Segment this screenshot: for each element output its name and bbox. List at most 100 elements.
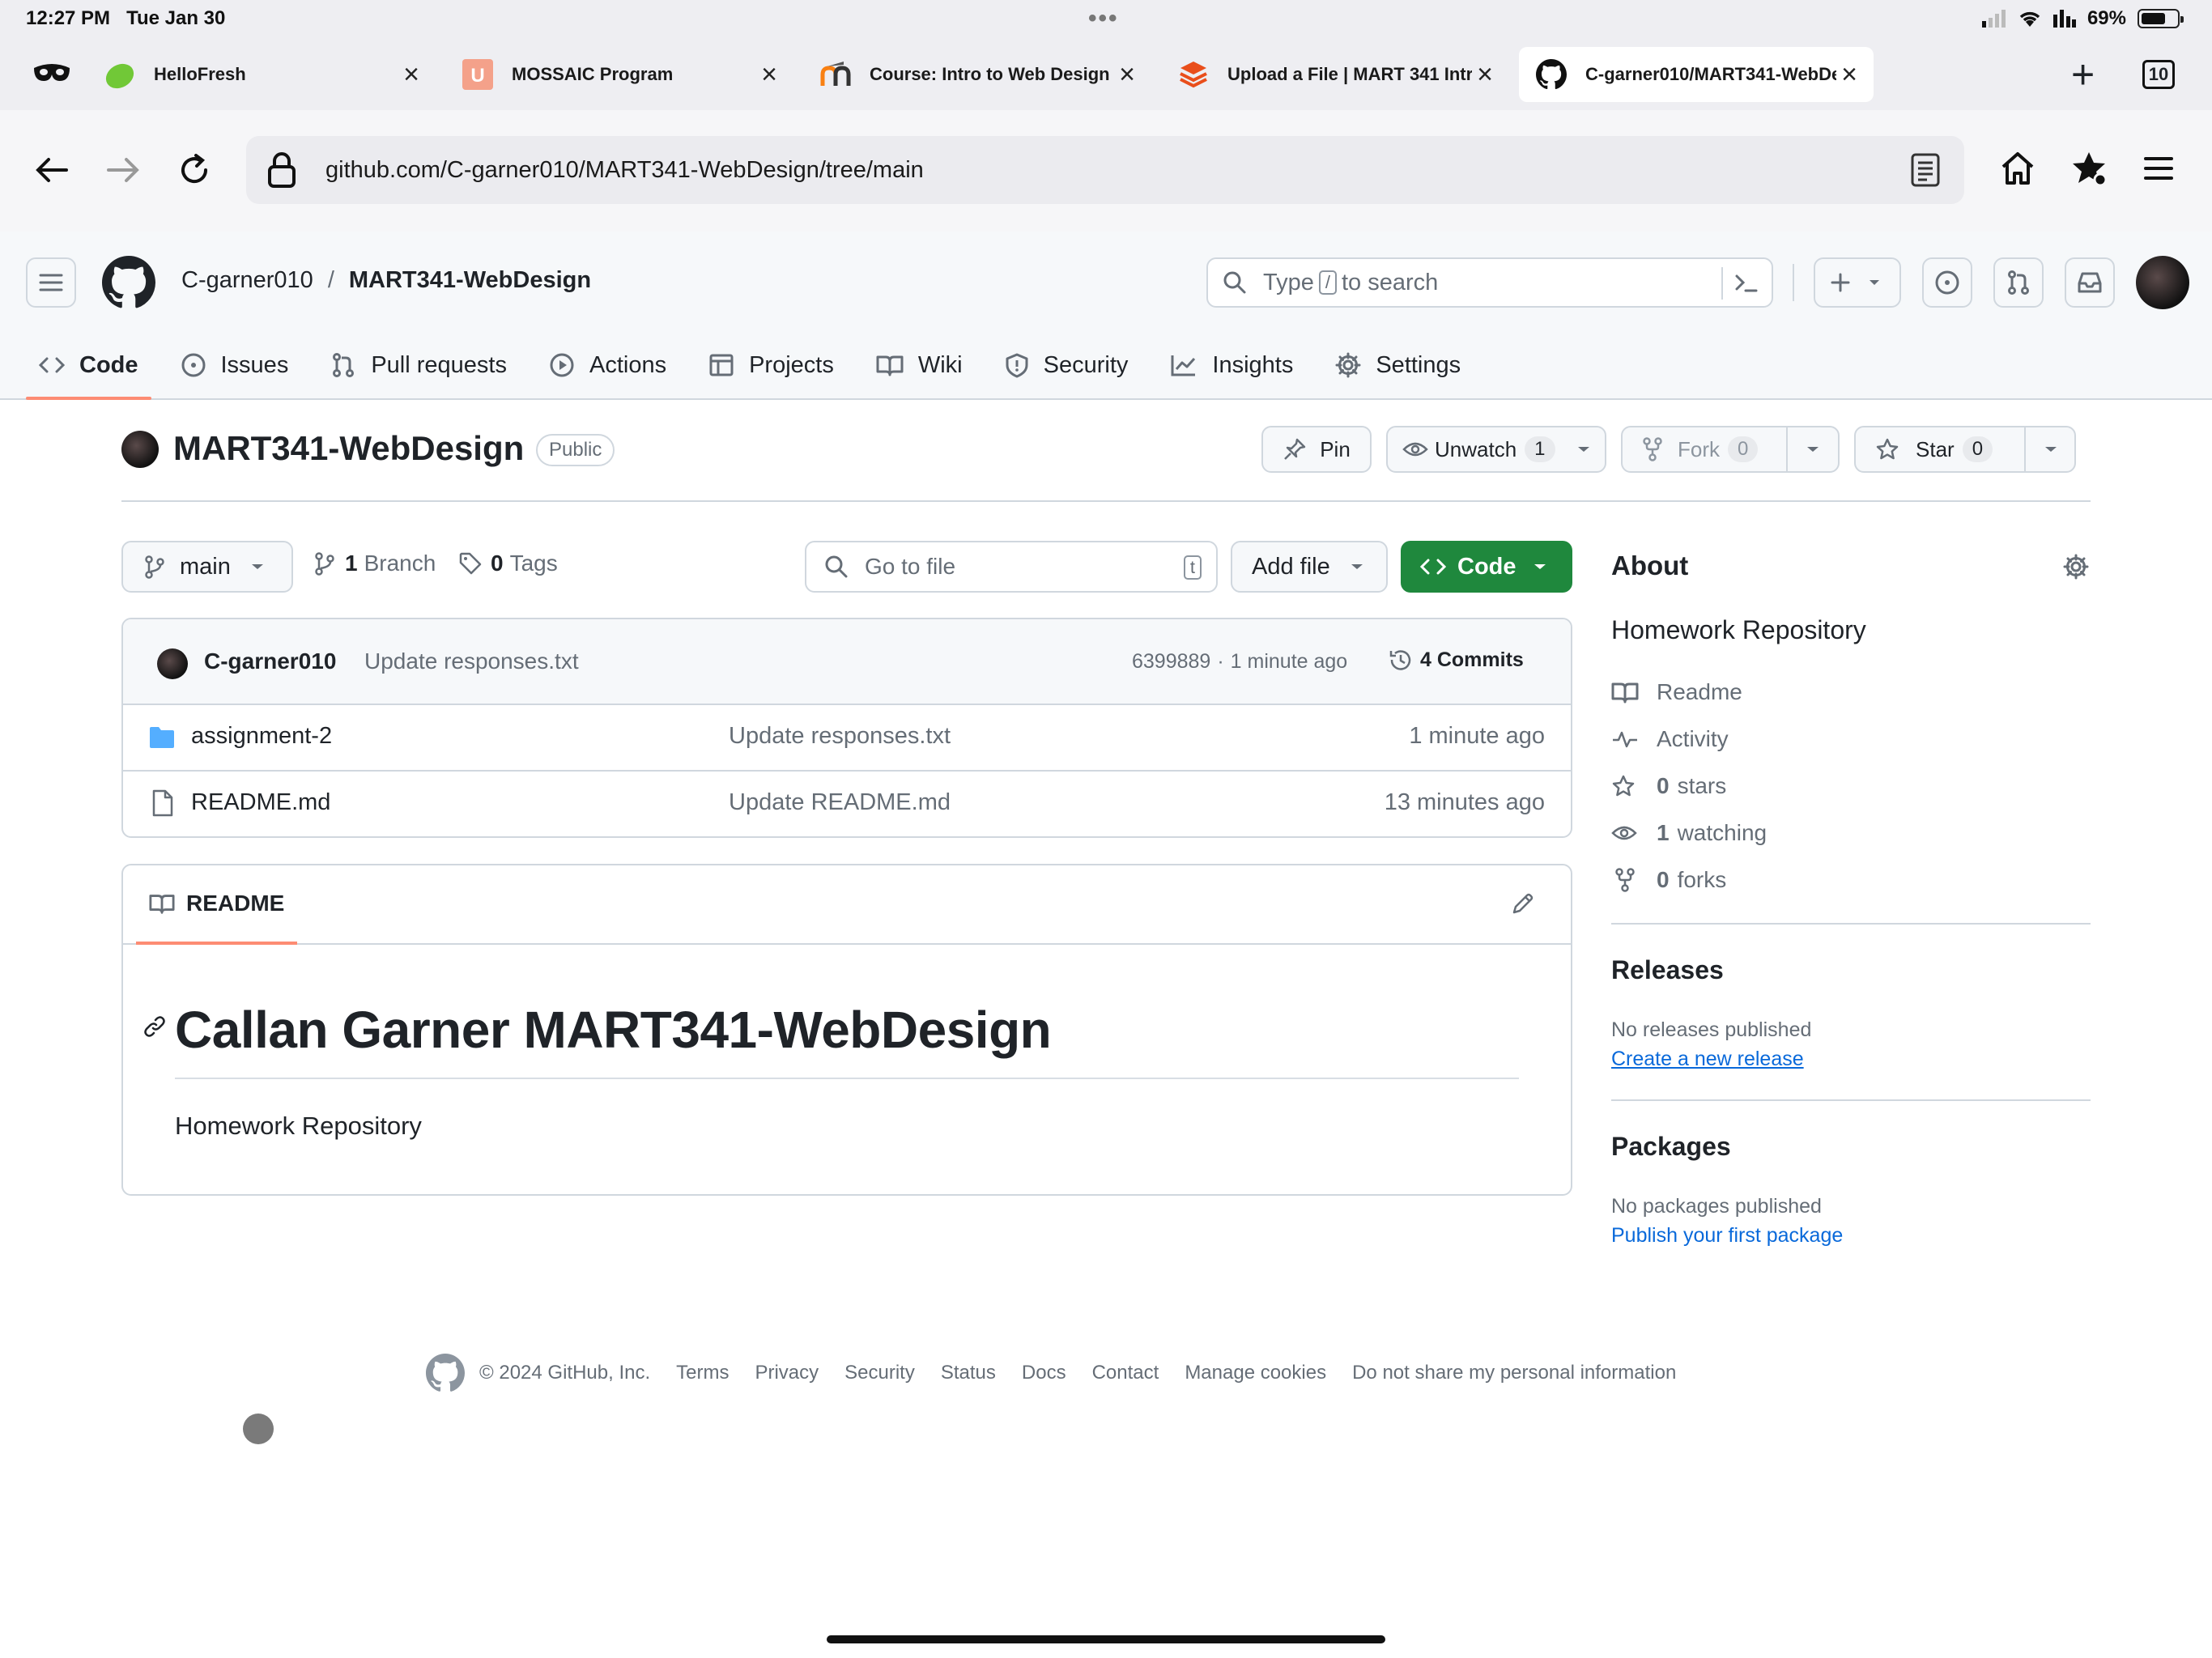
- search-icon: [1223, 271, 1246, 294]
- browser-tab-mossaic[interactable]: U MOSSAIC Program ×: [445, 47, 793, 102]
- footer-link-manage-cookies[interactable]: Manage cookies: [1185, 1362, 1326, 1384]
- reader-view-icon[interactable]: [1909, 152, 1942, 188]
- anchor-link-icon[interactable]: [143, 1014, 167, 1039]
- tab-pull-requests[interactable]: Pull requests: [317, 332, 520, 398]
- back-arrow-icon[interactable]: [32, 151, 71, 189]
- forward-arrow-icon[interactable]: [104, 151, 143, 189]
- bookmarks-star-icon[interactable]: [2069, 149, 2108, 188]
- github-logo-icon[interactable]: [102, 256, 155, 309]
- stars-link[interactable]: 0 stars: [1611, 763, 1767, 810]
- github-logo-icon[interactable]: [426, 1354, 465, 1392]
- close-tab-icon[interactable]: ×: [756, 59, 782, 90]
- packages-heading[interactable]: Packages: [1611, 1132, 1731, 1162]
- tab-label: Security: [1043, 351, 1129, 378]
- tab-count-button[interactable]: 10: [2142, 60, 2175, 89]
- fork-button[interactable]: Fork 0: [1621, 426, 1840, 473]
- chevron-down-icon[interactable]: [1806, 445, 1820, 453]
- stars-count: 0: [1657, 773, 1670, 798]
- releases-heading[interactable]: Releases: [1611, 955, 1724, 985]
- close-tab-icon[interactable]: ×: [1836, 59, 1862, 90]
- go-to-file-input[interactable]: Go to file t: [805, 541, 1218, 593]
- home-indicator[interactable]: [827, 1635, 1385, 1643]
- assistive-touch-button[interactable]: [243, 1414, 274, 1444]
- tab-projects[interactable]: Projects: [696, 332, 847, 398]
- hamburger-menu-icon[interactable]: [2141, 151, 2176, 186]
- activity-link[interactable]: Activity: [1611, 716, 1767, 763]
- tab-insights[interactable]: Insights: [1157, 332, 1306, 398]
- reload-icon[interactable]: [175, 151, 214, 189]
- footer-link-do-not-share[interactable]: Do not share my personal information: [1352, 1362, 1676, 1384]
- commit-message[interactable]: Update responses.txt: [364, 648, 579, 674]
- close-tab-icon[interactable]: ×: [1472, 59, 1498, 90]
- repo-owner-avatar[interactable]: [121, 431, 159, 468]
- book-icon: [149, 895, 175, 914]
- file-commit-message[interactable]: Update README.md: [729, 789, 951, 816]
- command-palette-icon[interactable]: [1721, 267, 1759, 300]
- star-button[interactable]: Star 0: [1854, 426, 2076, 473]
- breadcrumb-owner[interactable]: C-garner010: [181, 267, 313, 294]
- code-button[interactable]: Code: [1401, 541, 1572, 593]
- table-row[interactable]: assignment-2 Update responses.txt 1 minu…: [123, 705, 1571, 772]
- tab-label: MOSSAIC Program: [512, 64, 674, 84]
- commit-author[interactable]: C-garner010: [204, 648, 336, 674]
- forks-link[interactable]: 0 forks: [1611, 857, 1767, 903]
- commit-hash[interactable]: 6399889: [1132, 650, 1210, 674]
- browser-tab-upload[interactable]: Upload a File | MART 341 Intro- ×: [1161, 47, 1509, 102]
- footer-link-docs[interactable]: Docs: [1022, 1362, 1066, 1384]
- user-avatar[interactable]: [2136, 256, 2189, 309]
- readme-link[interactable]: Readme: [1611, 669, 1767, 716]
- new-tab-plus-icon[interactable]: +: [2071, 54, 2095, 95]
- chevron-down-icon[interactable]: [2044, 445, 2058, 453]
- close-tab-icon[interactable]: ×: [398, 59, 424, 90]
- branches-link[interactable]: 1 Branch: [314, 551, 436, 576]
- private-mask-icon[interactable]: [32, 57, 71, 89]
- create-new-button[interactable]: [1814, 257, 1901, 308]
- tags-link[interactable]: 0 Tags: [458, 551, 558, 576]
- close-tab-icon[interactable]: ×: [1114, 59, 1140, 90]
- pull-requests-button[interactable]: [1993, 257, 2044, 308]
- browser-tab-course[interactable]: Course: Intro to Web Design (S ×: [803, 47, 1151, 102]
- tab-actions[interactable]: Actions: [536, 332, 679, 398]
- multitasking-dots-icon[interactable]: •••: [1088, 5, 1119, 32]
- tab-issues[interactable]: Issues: [168, 332, 302, 398]
- repo-title[interactable]: MART341-WebDesign: [173, 429, 524, 468]
- readme-tab[interactable]: README: [136, 865, 298, 945]
- inbox-button[interactable]: [2065, 257, 2115, 308]
- footer-link-contact[interactable]: Contact: [1092, 1362, 1159, 1384]
- footer-link-terms[interactable]: Terms: [676, 1362, 729, 1384]
- tab-security[interactable]: Security: [992, 332, 1142, 398]
- create-release-link[interactable]: Create a new release: [1611, 1048, 1804, 1071]
- readme-panel: README Callan Garner MART341-WebDesign H…: [121, 864, 1572, 1196]
- pin-button[interactable]: Pin: [1261, 426, 1372, 473]
- home-icon[interactable]: [1998, 149, 2037, 188]
- about-links: Readme Activity 0 stars 1 watching 0 for…: [1611, 669, 1767, 903]
- commit-author-avatar[interactable]: [157, 648, 188, 679]
- tab-code[interactable]: Code: [26, 332, 151, 400]
- about-settings-gear-icon[interactable]: [2063, 554, 2089, 580]
- file-name[interactable]: assignment-2: [191, 723, 332, 750]
- breadcrumb-repo[interactable]: MART341-WebDesign: [349, 267, 591, 294]
- search-input[interactable]: Type / to search: [1206, 257, 1773, 308]
- moodle-favicon: [819, 58, 852, 91]
- publish-package-link[interactable]: Publish your first package: [1611, 1224, 1843, 1248]
- footer-link-security[interactable]: Security: [844, 1362, 915, 1384]
- unwatch-button[interactable]: Unwatch 1: [1386, 426, 1606, 473]
- tab-wiki[interactable]: Wiki: [863, 332, 976, 398]
- file-commit-message[interactable]: Update responses.txt: [729, 723, 951, 750]
- watching-link[interactable]: 1 watching: [1611, 810, 1767, 857]
- branch-selector[interactable]: main: [121, 541, 293, 593]
- browser-tab-hellofresh[interactable]: HelloFresh ×: [87, 47, 436, 102]
- footer-link-status[interactable]: Status: [941, 1362, 996, 1384]
- commits-link[interactable]: 4 Commits: [1388, 647, 1524, 673]
- about-heading: About: [1611, 551, 1689, 580]
- file-name[interactable]: README.md: [191, 789, 330, 816]
- edit-pencil-icon[interactable]: [1511, 891, 1535, 916]
- footer-link-privacy[interactable]: Privacy: [755, 1362, 819, 1384]
- tab-settings[interactable]: Settings: [1322, 332, 1474, 398]
- table-row[interactable]: README.md Update README.md 13 minutes ag…: [123, 772, 1571, 836]
- browser-tab-github[interactable]: C-garner010/MART341-WebDe ×: [1519, 47, 1874, 102]
- issues-button[interactable]: [1922, 257, 1972, 308]
- address-bar[interactable]: github.com/C-garner010/MART341-WebDesign…: [246, 136, 1964, 204]
- add-file-button[interactable]: Add file: [1231, 541, 1388, 593]
- global-menu-button[interactable]: [26, 257, 76, 308]
